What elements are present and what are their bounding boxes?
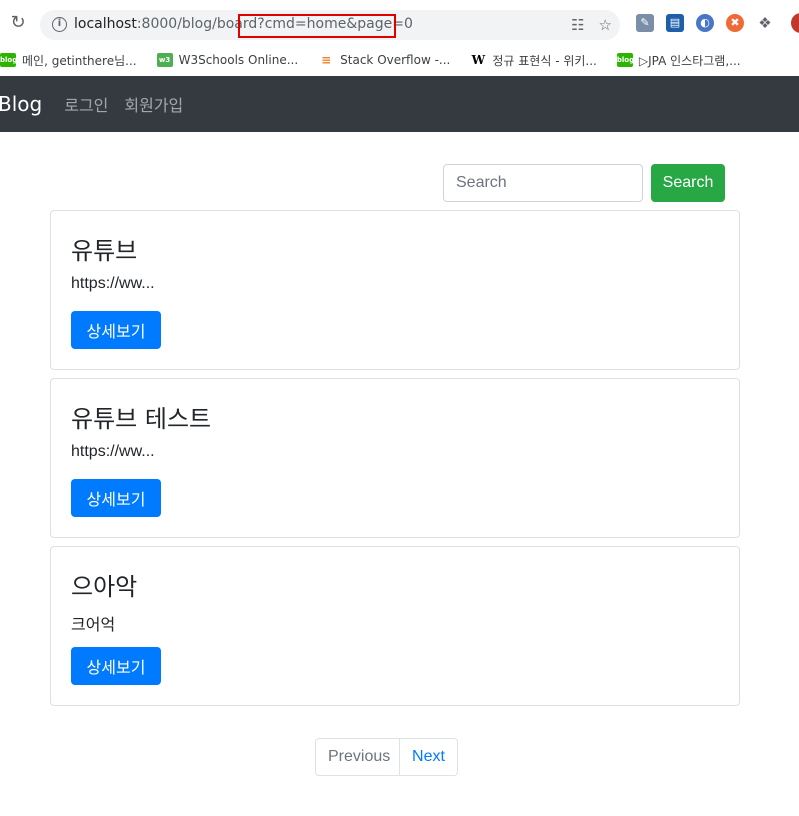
previous-page-link[interactable]: Previous bbox=[315, 738, 400, 776]
post-card: 으아악 크어억 상세보기 bbox=[50, 546, 740, 706]
card-title: 유튜브 테스트 bbox=[71, 405, 212, 433]
url-highlight-box bbox=[238, 14, 396, 38]
pagination: Previous Next bbox=[315, 738, 458, 776]
card-text: https://ww... bbox=[71, 275, 155, 292]
browser-chrome: ↻ i localhost:8000/blog/board?cmd=home&p… bbox=[0, 0, 799, 76]
card-text: 크어억 bbox=[71, 617, 116, 634]
puzzle-icon[interactable]: ❖ bbox=[756, 14, 774, 32]
extension-icons: ✎ ▤ ◐ ✖ ❖ bbox=[636, 14, 774, 32]
w3schools-icon: w3 bbox=[156, 53, 173, 67]
wikipedia-icon: W bbox=[471, 53, 486, 67]
search-button[interactable]: Search bbox=[651, 164, 725, 202]
detail-button[interactable]: 상세보기 bbox=[71, 311, 161, 349]
nav-link-signup[interactable]: 회원가입 bbox=[124, 92, 183, 116]
detail-button[interactable]: 상세보기 bbox=[71, 647, 161, 685]
star-icon[interactable]: ☆ bbox=[599, 16, 612, 34]
bookmark-item[interactable]: ≡ Stack Overflow -... bbox=[318, 53, 450, 67]
detail-button[interactable]: 상세보기 bbox=[71, 479, 161, 517]
circle-extension-icon[interactable]: ◐ bbox=[696, 14, 714, 32]
post-card: 유튜브 https://ww... 상세보기 bbox=[50, 210, 740, 370]
bookmark-item[interactable]: blog ▷JPA 인스타그램,... bbox=[616, 52, 741, 69]
bookmark-item[interactable]: blog 메인, getinthere님... bbox=[0, 52, 137, 69]
bookmark-label: 정규 표현식 - 위키... bbox=[492, 53, 597, 68]
navbar: Blog 로그인 회원가입 bbox=[0, 76, 799, 132]
eyedropper-extension-icon[interactable]: ✎ bbox=[636, 14, 654, 32]
reload-icon[interactable]: ↻ bbox=[8, 13, 28, 33]
card-title: 유튜브 bbox=[71, 237, 138, 265]
nav-link-login[interactable]: 로그인 bbox=[64, 92, 108, 116]
profile-avatar[interactable] bbox=[791, 13, 799, 33]
bookmark-label: W3Schools Online... bbox=[178, 53, 299, 67]
bookmark-label: ▷JPA 인스타그램,... bbox=[638, 53, 741, 68]
post-card: 유튜브 테스트 https://ww... 상세보기 bbox=[50, 378, 740, 538]
info-icon[interactable]: i bbox=[52, 17, 67, 32]
address-row: ↻ i localhost:8000/blog/board?cmd=home&p… bbox=[0, 0, 799, 44]
extension-icon[interactable]: ▤ bbox=[666, 14, 684, 32]
navbar-brand[interactable]: Blog bbox=[0, 92, 42, 116]
bookmark-label: Stack Overflow -... bbox=[340, 53, 451, 67]
url-host: localhost bbox=[74, 16, 137, 32]
card-title: 으아악 bbox=[71, 573, 138, 601]
next-page-link[interactable]: Next bbox=[400, 738, 458, 776]
translate-icon[interactable]: ☷ bbox=[571, 16, 584, 34]
bookmark-item[interactable]: w3 W3Schools Online... bbox=[156, 53, 299, 67]
card-text: https://ww... bbox=[71, 443, 155, 460]
blog-icon: blog bbox=[0, 53, 17, 67]
stackoverflow-icon: ≡ bbox=[321, 53, 332, 67]
blog-icon: blog bbox=[616, 53, 634, 67]
omnibox-actions: ☷ ☆ bbox=[571, 16, 612, 34]
search-input[interactable] bbox=[443, 164, 643, 202]
bookmarks-bar: blog 메인, getinthere님... w3 W3Schools Onl… bbox=[0, 44, 799, 76]
orange-extension-icon[interactable]: ✖ bbox=[726, 14, 744, 32]
bookmark-label: 메인, getinthere님... bbox=[22, 53, 137, 68]
bookmark-item[interactable]: W 정규 표현식 - 위키... bbox=[470, 52, 597, 69]
